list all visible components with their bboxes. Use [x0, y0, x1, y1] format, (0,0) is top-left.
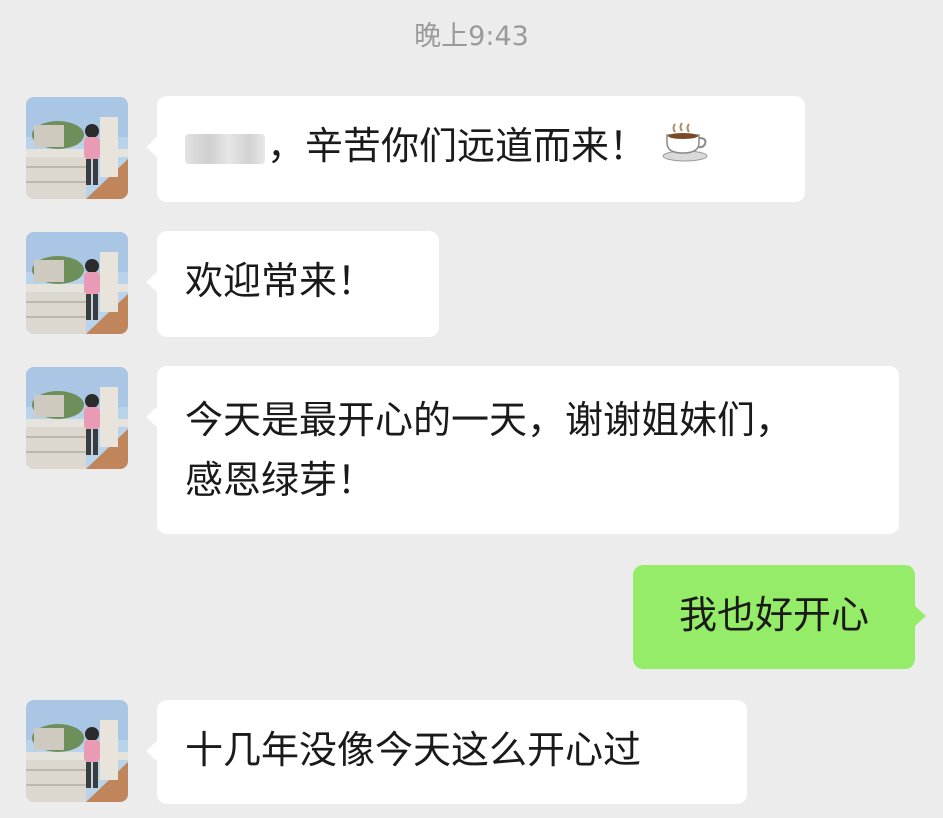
message-text: 我也好开心 [678, 593, 869, 637]
message-text-line: 今天是最开心的一天，谢谢姐妹们， [185, 398, 794, 442]
blurred-name [185, 133, 265, 164]
sender-avatar[interactable] [26, 97, 128, 199]
sender-avatar[interactable] [26, 367, 128, 469]
chat-bubble-received[interactable]: 十几年没像今天这么开心过 [146, 700, 747, 804]
coffee-cup-icon [661, 119, 709, 179]
sender-avatar[interactable] [26, 700, 128, 802]
message-punctuation: ， [267, 124, 306, 168]
chat-bubble-received[interactable]: 今天是最开心的一天，谢谢姐妹们， 感恩绿芽！ [146, 366, 899, 534]
message-timestamp: 晚上9:43 [414, 21, 529, 52]
message-text: 辛苦你们远道而来！ [305, 124, 648, 168]
chat-bubble-received[interactable]: ，辛苦你们远道而来！ [146, 96, 805, 202]
chat-bubble-received[interactable]: 欢迎常来！ [146, 231, 439, 337]
chat-bubble-sent[interactable]: 我也好开心 [633, 565, 926, 669]
message-text-line: 感恩绿芽！ [185, 458, 376, 502]
sender-avatar[interactable] [26, 232, 128, 334]
message-text: 欢迎常来！ [185, 259, 376, 303]
message-text: 十几年没像今天这么开心过 [185, 728, 642, 772]
